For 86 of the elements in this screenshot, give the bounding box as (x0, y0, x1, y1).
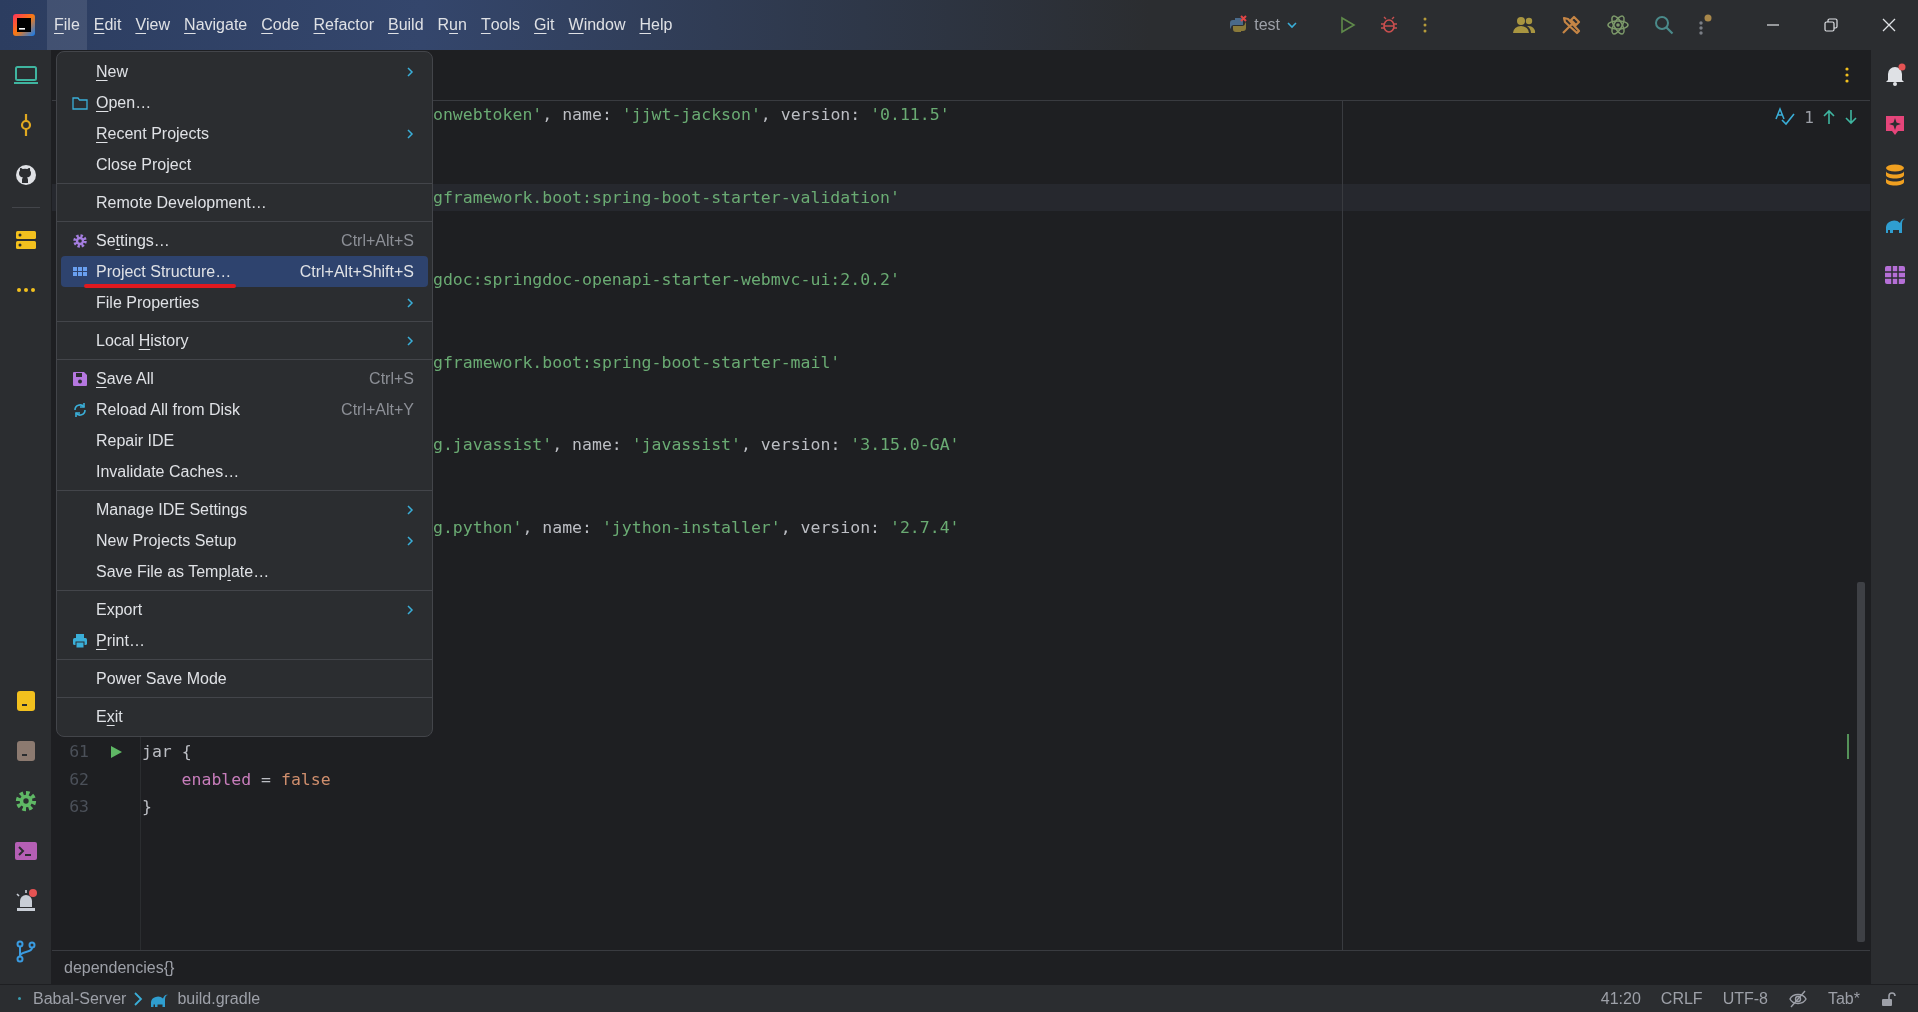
breadcrumb[interactable]: dependencies{} (64, 958, 175, 977)
search-icon[interactable] (1654, 15, 1674, 35)
arrow-down-icon[interactable] (1844, 109, 1858, 125)
more-icon[interactable] (1422, 16, 1428, 34)
settings-icon[interactable] (13, 789, 38, 813)
code-line: g.javassist', name: 'javassist', version: '3.15.0-GA' (433, 435, 960, 455)
menu-item[interactable]: Settings… Ctrl+Alt+S (61, 225, 428, 256)
code-line: enabled = false (181, 769, 331, 789)
menu-item[interactable]: Recent Projects (61, 118, 428, 149)
restore-icon[interactable] (1824, 18, 1838, 32)
menu-item[interactable]: Open… (61, 87, 428, 118)
structure-icon[interactable] (13, 228, 38, 252)
menu-bar-item[interactable]: Edit (86, 0, 129, 50)
menu-item[interactable]: Repair IDE (61, 425, 428, 456)
menu-item[interactable]: Print… (61, 625, 428, 656)
menu-item[interactable]: New Projects Setup (61, 525, 428, 556)
terminal-icon[interactable] (13, 839, 38, 863)
arrow-up-icon[interactable] (1822, 109, 1836, 125)
code-line: g.python', name: 'jython-installer', version: '2.7.4' (433, 517, 960, 537)
code-line: gdoc:springdoc-openapi-starter-webmvc-ui:2.0.2' (433, 270, 900, 290)
menu-bar-item[interactable]: Git (527, 0, 562, 50)
status-item[interactable]: Tab* (1827, 989, 1860, 1008)
run-config-icon[interactable] (1228, 15, 1249, 35)
chevron-right-icon (133, 991, 144, 1006)
close-icon[interactable] (1882, 18, 1896, 32)
chevron-down-icon[interactable] (1286, 19, 1298, 31)
breadcrumb-item[interactable]: build.gradle (177, 989, 261, 1008)
change-marker (1847, 734, 1849, 759)
status-item[interactable]: 41:20 (1600, 989, 1641, 1008)
menu-bar-item[interactable]: Tools (473, 0, 528, 50)
menu-bar-item[interactable]: File (47, 0, 87, 50)
spellcheck-icon[interactable] (1774, 107, 1797, 127)
menu-item[interactable]: Close Project (61, 149, 428, 180)
menu-item[interactable]: Project Structure… Ctrl+Alt+Shift+S (61, 256, 428, 287)
github-icon[interactable] (13, 163, 38, 187)
status-item[interactable]: CRLF (1660, 989, 1703, 1008)
menu-bar-item[interactable]: Run (430, 0, 474, 50)
printer-icon (72, 632, 88, 649)
run-gutter-icon[interactable] (108, 744, 123, 759)
scrollbar-thumb[interactable] (1857, 582, 1865, 942)
menu-item[interactable]: Invalidate Caches… (61, 456, 428, 487)
more-icon[interactable] (1844, 66, 1850, 84)
reload-icon (72, 401, 88, 418)
menu-item[interactable]: Save File as Template… (61, 556, 428, 587)
app-logo-icon[interactable] (13, 14, 35, 36)
menu-bar-item[interactable]: View (128, 0, 178, 50)
menu-item[interactable]: Exit (61, 701, 428, 732)
menu-item[interactable]: Remote Development… (61, 187, 428, 218)
code-line: } (142, 797, 152, 817)
tools-icon[interactable] (1560, 14, 1582, 36)
menu-bar-item[interactable]: Refactor (306, 0, 381, 50)
menu-bar-item[interactable]: Build (380, 0, 431, 50)
menu-item[interactable]: Manage IDE Settings (61, 494, 428, 525)
lock-icon[interactable] (1880, 990, 1896, 1007)
code-line: onwebtoken', name: 'jjwt-jackson', version: '0.11.5' (433, 105, 950, 125)
menu-item[interactable]: Export (61, 594, 428, 625)
alarm-icon[interactable] (13, 889, 38, 913)
breadcrumb-item[interactable]: Babal-Server (33, 989, 127, 1008)
folder-icon (72, 94, 88, 111)
menu-item[interactable]: Save All Ctrl+S (61, 363, 428, 394)
table-icon[interactable] (1882, 263, 1907, 287)
more-icon[interactable] (1698, 14, 1712, 36)
code-line: gframework.boot:spring-boot-starter-validation' (433, 187, 900, 207)
menu-bar-item[interactable]: Code (254, 0, 307, 50)
menu-bar-item[interactable]: Window (561, 0, 633, 50)
menu-item[interactable]: New (61, 56, 428, 87)
menu-item[interactable]: Local History (61, 325, 428, 356)
settings-icon (72, 232, 88, 249)
menu-item[interactable]: Reload All from Disk Ctrl+Alt+Y (61, 394, 428, 425)
run-icon[interactable] (1338, 16, 1356, 34)
menu-bar-item[interactable]: Help (632, 0, 680, 50)
inspection-count[interactable]: 1 (1804, 107, 1814, 127)
no-inspection-icon[interactable] (1787, 989, 1808, 1008)
save-icon (72, 370, 88, 387)
atom-icon[interactable] (1606, 13, 1630, 37)
menu-bar-item[interactable]: Navigate (177, 0, 255, 50)
status-item[interactable]: UTF-8 (1722, 989, 1768, 1008)
people-icon[interactable] (1512, 15, 1536, 35)
menu-item[interactable]: Power Save Mode (61, 663, 428, 694)
bug-icon[interactable] (1380, 16, 1398, 34)
monitor-icon[interactable] (13, 63, 38, 87)
dot-icon (18, 997, 21, 1000)
code-line: jar { (142, 742, 192, 762)
menu-item[interactable]: File Properties (61, 287, 428, 318)
code-line: gframework.boot:spring-boot-starter-mail' (433, 352, 841, 372)
run-config-name[interactable]: test (1254, 16, 1280, 34)
